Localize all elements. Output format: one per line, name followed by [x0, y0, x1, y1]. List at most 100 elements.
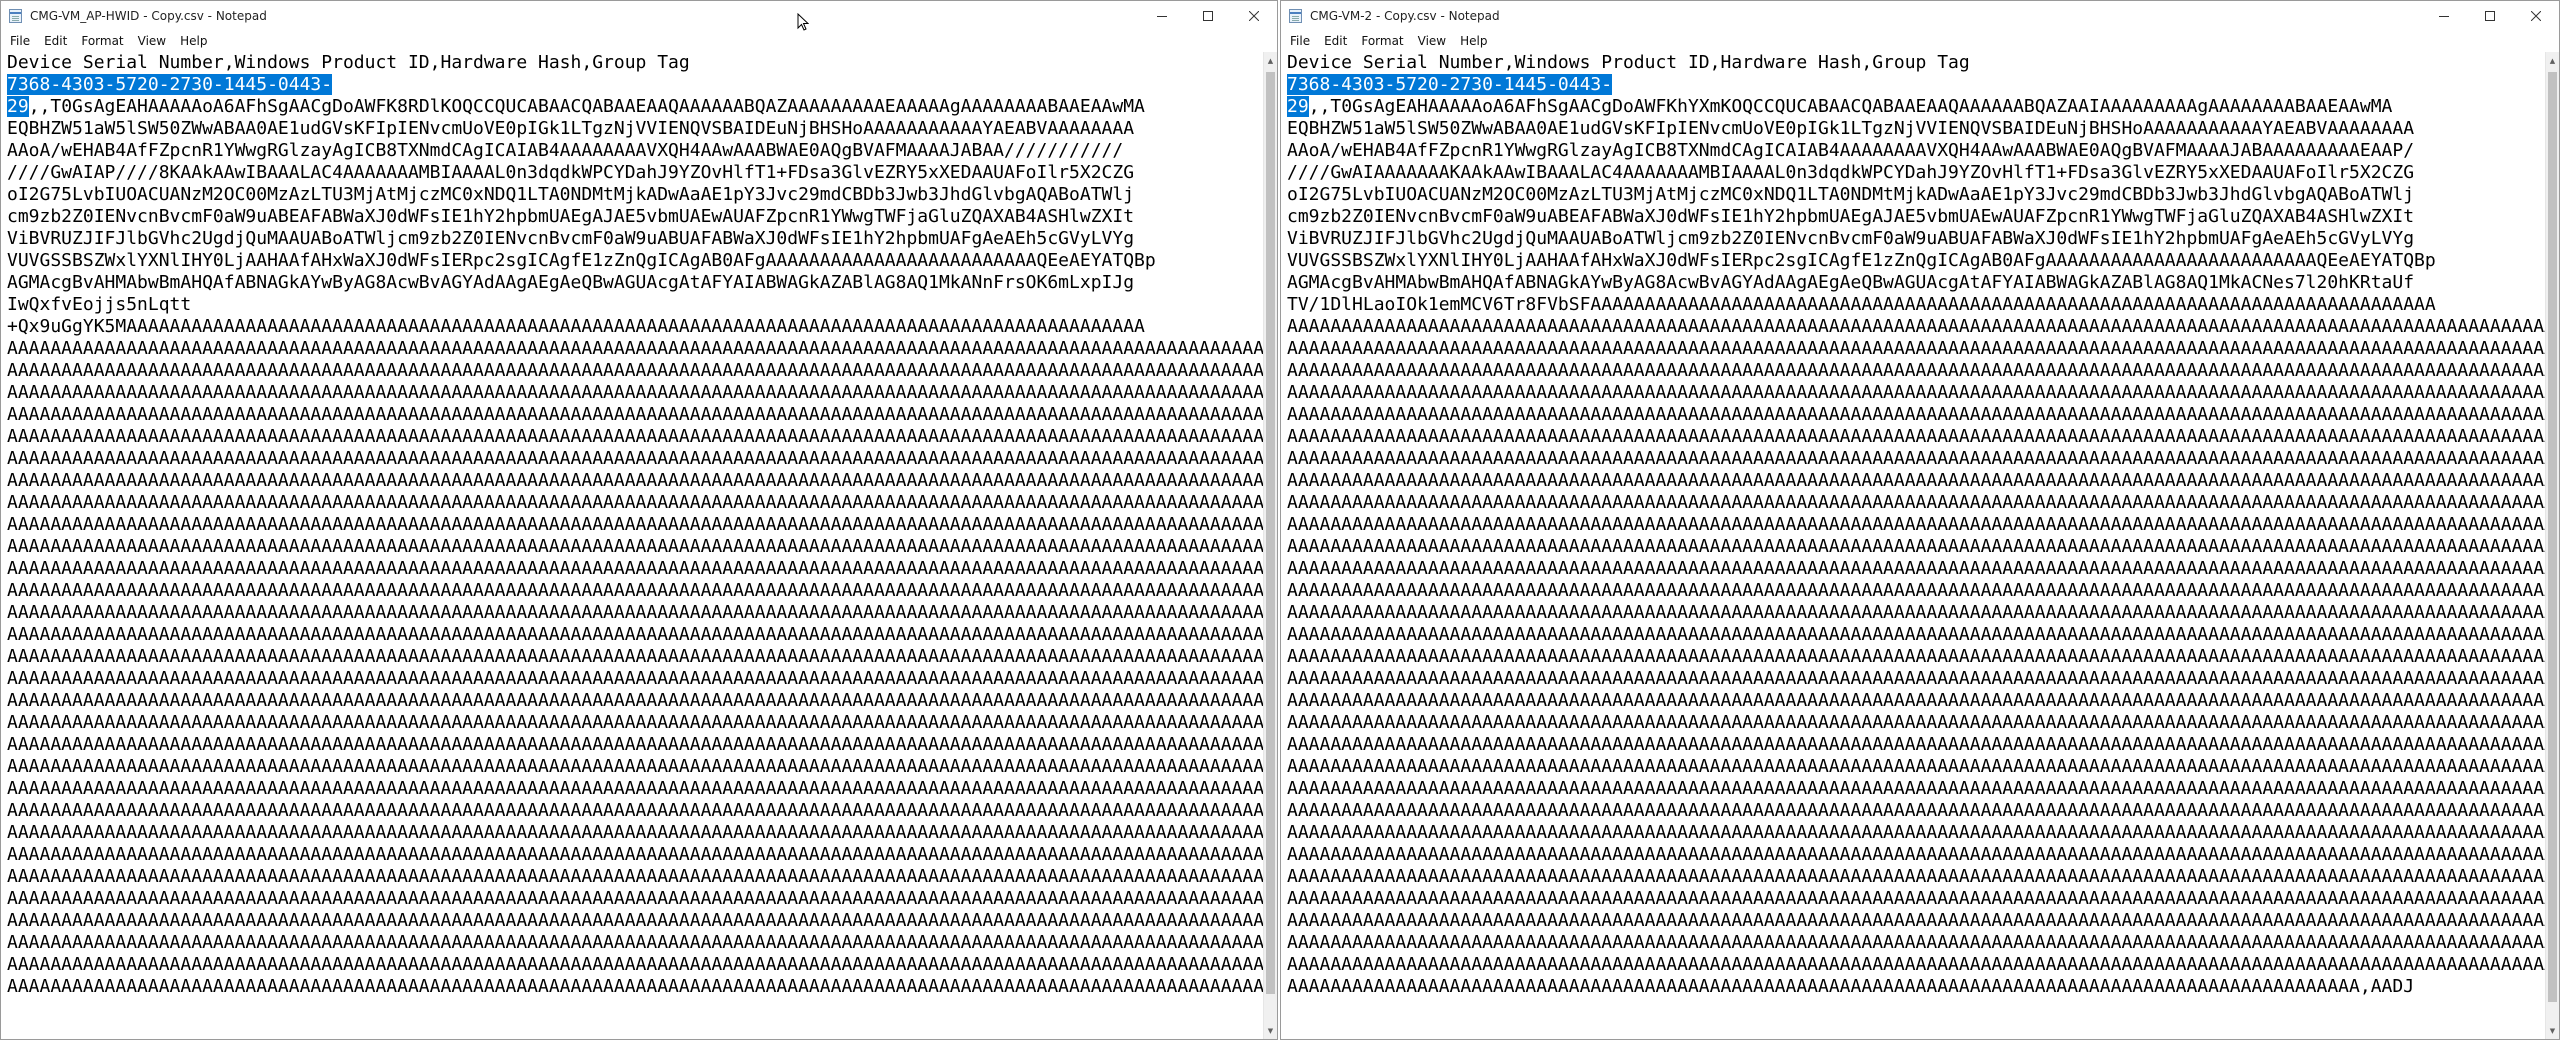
text-editor[interactable]: Device Serial Number,Windows Product ID,…: [1, 52, 1263, 1039]
text-line: AAAAAAAAAAAAAAAAAAAAAAAAAAAAAAAAAAAAAAAA…: [7, 580, 1263, 602]
selected-text: 7368-4303-5720-2730-1445-0443-: [1287, 74, 1613, 95]
text-line: AGMAcgBvAHMAbwBmAHQAfABNAGkAYwByAG8AcwBv…: [1287, 272, 2545, 294]
text-line: AAAAAAAAAAAAAAAAAAAAAAAAAAAAAAAAAAAAAAAA…: [1287, 800, 2545, 822]
scrollbar-thumb[interactable]: [2548, 72, 2557, 1002]
text-line: ////GwAIAAAAAAAKAAkAAwIBAAALAC4AAAAAAAMB…: [1287, 162, 2545, 184]
text-line: AAAAAAAAAAAAAAAAAAAAAAAAAAAAAAAAAAAAAAAA…: [1287, 470, 2545, 492]
text-line: AAAAAAAAAAAAAAAAAAAAAAAAAAAAAAAAAAAAAAAA…: [7, 338, 1263, 360]
menu-bar: File Edit Format View Help: [1281, 31, 2559, 52]
close-button[interactable]: [1231, 1, 1277, 31]
text-line: AAAAAAAAAAAAAAAAAAAAAAAAAAAAAAAAAAAAAAAA…: [1287, 580, 2545, 602]
text-line: AAAAAAAAAAAAAAAAAAAAAAAAAAAAAAAAAAAAAAAA…: [7, 866, 1263, 888]
vertical-scrollbar[interactable]: ▲ ▼: [1263, 52, 1277, 1039]
minimize-icon: [1157, 16, 1167, 17]
scroll-up-arrow-icon[interactable]: ▲: [1264, 52, 1277, 69]
text-line: ////GwAIAP////8KAAkAAwIBAAALAC4AAAAAAAMB…: [7, 162, 1263, 184]
line-text: oI2G75LvbIUOACUANzM2OC00MzAzLTU3MjAtMjcz…: [7, 184, 1135, 205]
line-text: AAAAAAAAAAAAAAAAAAAAAAAAAAAAAAAAAAAAAAAA…: [7, 580, 1263, 601]
vertical-scrollbar[interactable]: ▲ ▼: [2545, 52, 2559, 1039]
menu-format[interactable]: Format: [1354, 31, 1410, 52]
line-text: AAAAAAAAAAAAAAAAAAAAAAAAAAAAAAAAAAAAAAAA…: [1287, 712, 2545, 733]
text-line: AAAAAAAAAAAAAAAAAAAAAAAAAAAAAAAAAAAAAAAA…: [1287, 910, 2545, 932]
text-line: AAAAAAAAAAAAAAAAAAAAAAAAAAAAAAAAAAAAAAAA…: [1287, 536, 2545, 558]
line-text: AAAAAAAAAAAAAAAAAAAAAAAAAAAAAAAAAAAAAAAA…: [7, 954, 1263, 975]
text-line: AAAAAAAAAAAAAAAAAAAAAAAAAAAAAAAAAAAAAAAA…: [1287, 954, 2545, 976]
menu-help[interactable]: Help: [1453, 31, 1494, 52]
text-line: 7368-4303-5720-2730-1445-0443-: [1287, 74, 2545, 96]
line-text: AAAAAAAAAAAAAAAAAAAAAAAAAAAAAAAAAAAAAAAA…: [1287, 888, 2545, 909]
close-button[interactable]: [2513, 1, 2559, 31]
line-text: AAAAAAAAAAAAAAAAAAAAAAAAAAAAAAAAAAAAAAAA…: [7, 404, 1263, 425]
menu-view[interactable]: View: [131, 31, 173, 52]
text-line: AAAAAAAAAAAAAAAAAAAAAAAAAAAAAAAAAAAAAAAA…: [1287, 734, 2545, 756]
text-line: AAAAAAAAAAAAAAAAAAAAAAAAAAAAAAAAAAAAAAAA…: [7, 690, 1263, 712]
maximize-button[interactable]: [2467, 1, 2513, 31]
caption-buttons: [1139, 1, 1277, 31]
text-line: AAAAAAAAAAAAAAAAAAAAAAAAAAAAAAAAAAAAAAAA…: [1287, 602, 2545, 624]
title-bar[interactable]: CMG-VM_AP-HWID - Copy.csv - Notepad: [1, 1, 1277, 31]
text-line: AAAAAAAAAAAAAAAAAAAAAAAAAAAAAAAAAAAAAAAA…: [7, 514, 1263, 536]
line-text: AAAAAAAAAAAAAAAAAAAAAAAAAAAAAAAAAAAAAAAA…: [1287, 734, 2545, 755]
line-text: AAAAAAAAAAAAAAAAAAAAAAAAAAAAAAAAAAAAAAAA…: [7, 910, 1263, 931]
menu-file[interactable]: File: [1283, 31, 1317, 52]
text-line: Device Serial Number,Windows Product ID,…: [7, 52, 1263, 74]
menu-view[interactable]: View: [1411, 31, 1453, 52]
editor-content: Device Serial Number,Windows Product ID,…: [1281, 52, 2545, 998]
text-line: AAAAAAAAAAAAAAAAAAAAAAAAAAAAAAAAAAAAAAAA…: [7, 756, 1263, 778]
text-line: IwQxfvEojjs5nLqtt: [7, 294, 1263, 316]
line-text: AAAAAAAAAAAAAAAAAAAAAAAAAAAAAAAAAAAAAAAA…: [1287, 932, 2545, 953]
text-line: AAAAAAAAAAAAAAAAAAAAAAAAAAAAAAAAAAAAAAAA…: [1287, 646, 2545, 668]
minimize-button[interactable]: [1139, 1, 1185, 31]
text-line: AAAAAAAAAAAAAAAAAAAAAAAAAAAAAAAAAAAAAAAA…: [7, 778, 1263, 800]
text-line: AAAAAAAAAAAAAAAAAAAAAAAAAAAAAAAAAAAAAAAA…: [7, 976, 1263, 998]
maximize-button[interactable]: [1185, 1, 1231, 31]
scroll-down-arrow-icon[interactable]: ▼: [2546, 1022, 2559, 1039]
line-text: AAAAAAAAAAAAAAAAAAAAAAAAAAAAAAAAAAAAAAAA…: [1287, 514, 2545, 535]
text-line: AAAAAAAAAAAAAAAAAAAAAAAAAAAAAAAAAAAAAAAA…: [7, 646, 1263, 668]
line-text: AAAAAAAAAAAAAAAAAAAAAAAAAAAAAAAAAAAAAAAA…: [7, 646, 1263, 667]
line-text: AAAAAAAAAAAAAAAAAAAAAAAAAAAAAAAAAAAAAAAA…: [1287, 954, 2545, 975]
selected-text: 7368-4303-5720-2730-1445-0443-: [7, 74, 333, 95]
line-text: AAAAAAAAAAAAAAAAAAAAAAAAAAAAAAAAAAAAAAAA…: [7, 822, 1263, 843]
line-text: EQBHZW51aW5lSW50ZWwABAA0AE1udGVsKFIpIENv…: [1287, 118, 2415, 139]
line-text: AAAAAAAAAAAAAAAAAAAAAAAAAAAAAAAAAAAAAAAA…: [1287, 646, 2545, 667]
text-line: AAAAAAAAAAAAAAAAAAAAAAAAAAAAAAAAAAAAAAAA…: [7, 888, 1263, 910]
text-editor[interactable]: Device Serial Number,Windows Product ID,…: [1281, 52, 2545, 1039]
text-line: AAAAAAAAAAAAAAAAAAAAAAAAAAAAAAAAAAAAAAAA…: [1287, 690, 2545, 712]
menu-format[interactable]: Format: [74, 31, 130, 52]
line-text: AAAAAAAAAAAAAAAAAAAAAAAAAAAAAAAAAAAAAAAA…: [1287, 360, 2545, 381]
text-line: AAAAAAAAAAAAAAAAAAAAAAAAAAAAAAAAAAAAAAAA…: [7, 624, 1263, 646]
text-line: AAAAAAAAAAAAAAAAAAAAAAAAAAAAAAAAAAAAAAAA…: [7, 426, 1263, 448]
editor-content: Device Serial Number,Windows Product ID,…: [1, 52, 1263, 998]
menu-file[interactable]: File: [3, 31, 37, 52]
text-line: AAAAAAAAAAAAAAAAAAAAAAAAAAAAAAAAAAAAAAAA…: [1287, 866, 2545, 888]
text-line: AAAAAAAAAAAAAAAAAAAAAAAAAAAAAAAAAAAAAAAA…: [7, 910, 1263, 932]
line-text: oI2G75LvbIUOACUANzM2OC00MzAzLTU3MjAtMjcz…: [1287, 184, 2415, 205]
notepad-window-right: CMG-VM-2 - Copy.csv - Notepad File Edit …: [1280, 0, 2560, 1040]
line-text: AAAAAAAAAAAAAAAAAAAAAAAAAAAAAAAAAAAAAAAA…: [1287, 536, 2545, 557]
line-text: AAAAAAAAAAAAAAAAAAAAAAAAAAAAAAAAAAAAAAAA…: [7, 932, 1263, 953]
line-text: cm9zb2Z0IENvcnBvcmF0aW9uABEAFABWaXJ0dWFs…: [7, 206, 1135, 227]
line-text: AGMAcgBvAHMAbwBmAHQAfABNAGkAYwByAG8AcwBv…: [7, 272, 1135, 293]
line-text: AAAAAAAAAAAAAAAAAAAAAAAAAAAAAAAAAAAAAAAA…: [7, 844, 1263, 865]
menu-bar: File Edit Format View Help: [1, 31, 1277, 52]
text-line: AAAAAAAAAAAAAAAAAAAAAAAAAAAAAAAAAAAAAAAA…: [1287, 492, 2545, 514]
line-text: AAAAAAAAAAAAAAAAAAAAAAAAAAAAAAAAAAAAAAAA…: [7, 690, 1263, 711]
text-line: AAoA/wEHAB4AfFZpcnR1YWwgRGlzayAgICB8TXNm…: [1287, 140, 2545, 162]
menu-edit[interactable]: Edit: [37, 31, 74, 52]
text-line: AAAAAAAAAAAAAAAAAAAAAAAAAAAAAAAAAAAAAAAA…: [1287, 360, 2545, 382]
minimize-button[interactable]: [2421, 1, 2467, 31]
menu-edit[interactable]: Edit: [1317, 31, 1354, 52]
text-line: AAAAAAAAAAAAAAAAAAAAAAAAAAAAAAAAAAAAAAAA…: [7, 558, 1263, 580]
menu-help[interactable]: Help: [173, 31, 214, 52]
line-text: ////GwAIAAAAAAAKAAkAAwIBAAALAC4AAAAAAAMB…: [1287, 162, 2415, 183]
scroll-down-arrow-icon[interactable]: ▼: [1264, 1022, 1277, 1039]
line-text: AAAAAAAAAAAAAAAAAAAAAAAAAAAAAAAAAAAAAAAA…: [1287, 668, 2545, 689]
text-line: AAAAAAAAAAAAAAAAAAAAAAAAAAAAAAAAAAAAAAAA…: [7, 470, 1263, 492]
title-bar[interactable]: CMG-VM-2 - Copy.csv - Notepad: [1281, 1, 2559, 31]
scrollbar-thumb[interactable]: [1266, 72, 1275, 994]
line-text: AAoA/wEHAB4AfFZpcnR1YWwgRGlzayAgICB8TXNm…: [7, 140, 1124, 161]
line-text: AAAAAAAAAAAAAAAAAAAAAAAAAAAAAAAAAAAAAAAA…: [7, 778, 1263, 799]
line-text: AAAAAAAAAAAAAAAAAAAAAAAAAAAAAAAAAAAAAAAA…: [1287, 470, 2545, 491]
scroll-up-arrow-icon[interactable]: ▲: [2546, 52, 2559, 69]
